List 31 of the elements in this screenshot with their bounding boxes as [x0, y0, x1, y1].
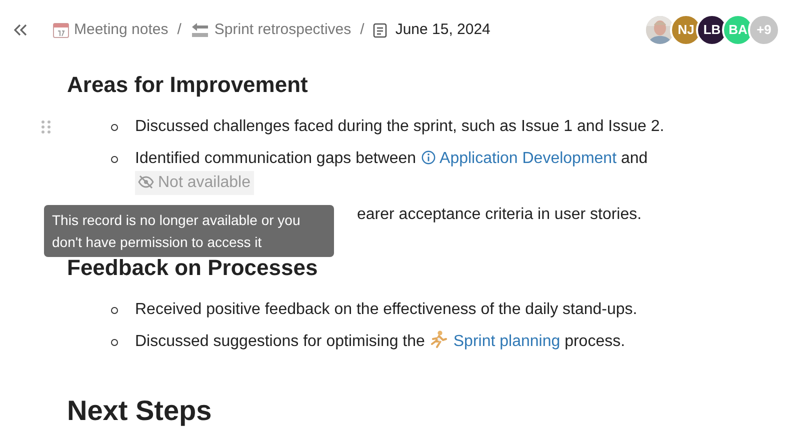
- text: Identified communication gaps between: [135, 150, 418, 167]
- info-icon: [420, 150, 436, 165]
- calendar-icon: [52, 21, 70, 39]
- list-item-text: earer acceptance criteria in user stories.: [357, 205, 642, 225]
- list-item-text: Discussed challenges faced during the sprint, such as Issue 1 and Issue 2.: [135, 117, 664, 137]
- unavailable-record-chip[interactable]: Not available: [135, 171, 254, 195]
- breadcrumb-separator: /: [360, 20, 364, 40]
- drag-handle-icon[interactable]: [41, 120, 51, 134]
- section-heading: Feedback on Processes: [67, 254, 319, 282]
- hidden-eye-icon: [138, 175, 154, 189]
- bullet-icon: [111, 307, 118, 314]
- document-icon: [373, 22, 388, 38]
- breadcrumb-link[interactable]: Sprint retrospectives: [214, 18, 352, 42]
- bullet-icon: [111, 339, 118, 346]
- bullet-icon: [111, 124, 118, 131]
- list-item-text: Received positive feedback on the effectiveness of the daily stand-ups.: [135, 300, 638, 320]
- record-link[interactable]: Application Development: [420, 150, 617, 167]
- section-heading: Areas for Improvement: [67, 71, 309, 99]
- runner-icon: [429, 330, 450, 348]
- back-arrow-icon: [190, 21, 210, 39]
- breadcrumb-separator: /: [177, 20, 182, 40]
- section-heading: Next Steps: [67, 394, 213, 428]
- bullet-icon: [111, 156, 118, 163]
- text: and: [620, 150, 648, 167]
- text: Discussed suggestions for optimising the: [135, 333, 426, 350]
- tooltip-text: This record is no longer available or you don't have permission to access it: [44, 205, 334, 257]
- breadcrumb-link[interactable]: Meeting notes: [74, 18, 168, 42]
- record-link[interactable]: Sprint planning: [429, 333, 560, 350]
- text: process.: [564, 333, 626, 350]
- page-title: June 15, 2024: [395, 20, 490, 40]
- collapse-sidebar-icon[interactable]: [14, 24, 28, 36]
